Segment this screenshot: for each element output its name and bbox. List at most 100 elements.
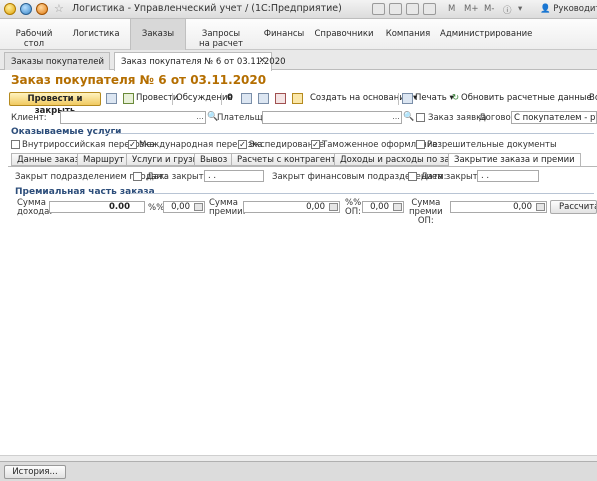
mail-icon[interactable] (292, 93, 303, 104)
calculator-icon[interactable] (329, 203, 338, 211)
calculator-icon[interactable] (536, 203, 545, 211)
attachment-icon[interactable]: 0 (227, 93, 233, 103)
memory-mplus-button[interactable]: M+ (464, 4, 478, 14)
service-forwarding-checkbox[interactable] (238, 140, 247, 149)
separator (398, 93, 399, 105)
finance-closed-checkbox[interactable] (408, 172, 417, 181)
section-panel: Рабочий стол Логистика Заказы Запросы на р… (0, 19, 597, 50)
forward-icon[interactable] (36, 3, 48, 15)
info-icon[interactable]: ⓘ (503, 4, 512, 16)
user-name: Руководите... (553, 4, 597, 14)
service-domestic-checkbox[interactable] (11, 140, 20, 149)
titlebar-tools (372, 3, 436, 15)
income-label: Сумма дохода: (17, 199, 52, 217)
command-bar: Провести и закрыть Провести Обсуждения 0… (8, 91, 597, 116)
section-logistics[interactable]: Логистика (68, 19, 124, 50)
create-based-on-label: Создать на основании (310, 93, 411, 103)
back-icon[interactable] (20, 3, 32, 15)
client-label: Клиент: (11, 113, 47, 123)
tab-underline (8, 166, 597, 167)
tab-route[interactable]: Маршрут (77, 153, 131, 166)
services-group-title: Оказываемые услуги (11, 127, 122, 137)
service-permits-checkbox[interactable] (416, 140, 425, 149)
tab-orders-list[interactable]: Заказы покупателей (4, 52, 110, 70)
app-logo-icon[interactable] (4, 3, 16, 15)
tab-closing-premiums[interactable]: Закрытие заказа и премии (448, 153, 581, 167)
section-references[interactable]: Справочники (314, 19, 374, 50)
calculator-icon[interactable] (393, 203, 402, 211)
save-icon[interactable] (106, 93, 117, 104)
pct-op-label: %% ОП: (345, 199, 361, 217)
section-label: стол (23, 39, 45, 49)
payer-field[interactable] (262, 111, 402, 124)
client-select-button[interactable]: ... (195, 112, 205, 123)
tab-label: Заказы покупателей (11, 57, 104, 67)
hierarchy-icon[interactable] (258, 93, 269, 104)
section-desktop[interactable]: Рабочий стол (10, 19, 58, 50)
income-amount-field[interactable]: 0.00 (49, 201, 145, 213)
group-divider (130, 193, 594, 194)
premium-label: Сумма премии: (209, 199, 246, 217)
section-label: Запросы (201, 29, 241, 39)
section-orders[interactable]: Заказы (130, 19, 186, 50)
service-international-checkbox[interactable] (128, 140, 137, 149)
section-requests[interactable]: Запросы на расчет (192, 19, 250, 50)
close-date-field[interactable]: . . (204, 170, 264, 182)
more-button[interactable]: Вс (589, 93, 597, 103)
window-title-bar: ☆ Логистика - Управленческий учет / (1С:… (0, 0, 597, 19)
favorite-star-icon[interactable]: ☆ (54, 2, 64, 15)
section-company[interactable]: Компания (380, 19, 436, 50)
group-divider (104, 133, 594, 134)
section-label: Администрирование (440, 29, 533, 39)
premium-group-title: Премиальная часть заказа (15, 187, 155, 197)
refresh-icon[interactable]: ↻ (452, 93, 459, 103)
print-tool-icon[interactable] (372, 3, 385, 15)
current-user[interactable]: 👤 Руководите... (540, 4, 597, 14)
section-administration[interactable]: Администрирование (440, 19, 532, 50)
discussions-button[interactable]: Обсуждения (176, 93, 233, 103)
premium-op-label: Сумма премии ОП: (409, 199, 443, 226)
separator (221, 93, 222, 105)
refresh-calc-button[interactable]: Обновить расчетные данные (461, 93, 592, 103)
client-field[interactable] (60, 111, 206, 124)
calculate-button[interactable]: Рассчитать (550, 200, 597, 214)
sales-closed-label: Закрыт подразделением продаж: (15, 172, 168, 182)
sales-closed-checkbox[interactable] (133, 172, 142, 181)
printer-icon[interactable] (402, 93, 413, 104)
premium-op-amount-field[interactable]: 0,00 (450, 201, 547, 213)
memory-mminus-button[interactable]: M- (484, 4, 494, 14)
spellcheck-icon[interactable] (275, 93, 286, 104)
contract-field[interactable]: С покупателем - руб. (511, 111, 597, 124)
tab-pickup[interactable]: Вывоз (194, 153, 234, 166)
tab-order-document[interactable]: Заказ покупателя № 6 от 03.11.2020 ✕ (114, 52, 286, 71)
pct-op-label-line: ОП: (345, 207, 361, 217)
payer-search-icon[interactable]: 🔍 (403, 111, 414, 124)
service-permits-label: Разрешительные документы (427, 140, 557, 150)
order-request-checkbox[interactable] (416, 113, 425, 122)
print-label: Печать (415, 93, 447, 103)
calculator-icon[interactable] (194, 203, 203, 211)
memory-m-button[interactable]: M (448, 4, 455, 14)
separator (172, 93, 173, 105)
post-icon[interactable] (123, 93, 134, 104)
premium-op-label-line: ОП: (417, 216, 434, 226)
section-label: Логистика (72, 29, 120, 39)
service-customs-checkbox[interactable] (311, 140, 320, 149)
post-and-close-button[interactable]: Провести и закрыть (9, 92, 101, 116)
income-label-line: дохода: (17, 207, 53, 217)
section-finance[interactable]: Финансы (256, 19, 312, 50)
history-tool-icon[interactable] (423, 3, 436, 15)
payer-select-button[interactable]: ... (391, 112, 401, 123)
close-date2-field[interactable]: . . (477, 170, 539, 182)
print-button[interactable]: Печать ▾ (415, 93, 454, 103)
dropdown-icon[interactable]: ▾ (518, 4, 522, 14)
close-icon[interactable]: ✕ (258, 56, 266, 66)
premium-amount-field[interactable]: 0,00 (243, 201, 340, 213)
page-title: Заказ покупателя № 6 от 03.11.2020 (11, 73, 267, 87)
favorites-tool-icon[interactable] (406, 3, 419, 15)
section-label: Компания (385, 29, 431, 39)
structure-icon[interactable] (241, 93, 252, 104)
history-button[interactable]: История... (4, 465, 66, 479)
section-label: Финансы (263, 29, 305, 39)
save-tool-icon[interactable] (389, 3, 402, 15)
